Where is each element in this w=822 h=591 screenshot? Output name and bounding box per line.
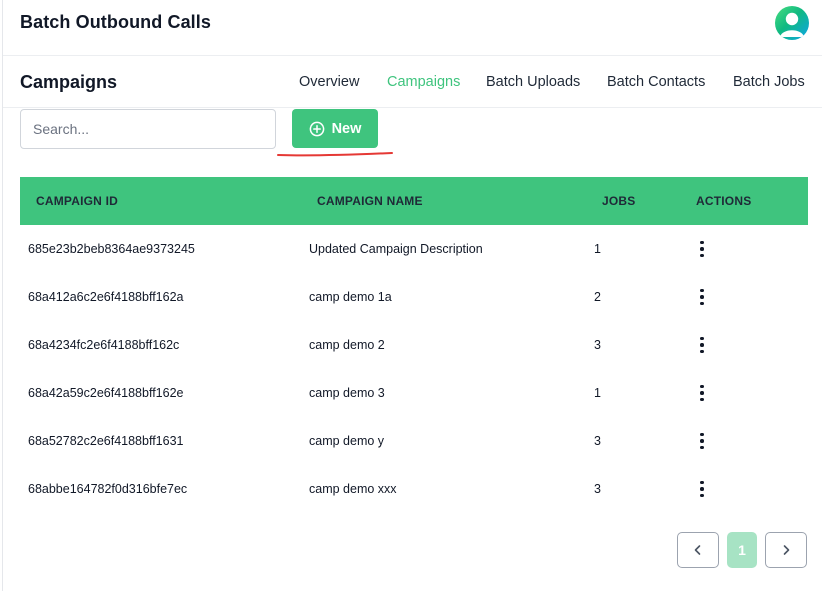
app-frame: Batch Outbound Calls Campaigns Overview …: [2, 0, 822, 591]
page-header: Campaigns Overview Campaigns Batch Uploa…: [3, 56, 822, 108]
cell-jobs: 3: [594, 434, 601, 448]
table-row: 68a4234fc2e6f4188bff162c camp demo 2 3: [20, 321, 808, 369]
page-number-button[interactable]: 1: [727, 532, 757, 568]
top-bar: Batch Outbound Calls: [3, 0, 822, 56]
search-input[interactable]: [20, 109, 276, 149]
table-body: 685e23b2beb8364ae9373245 Updated Campaig…: [20, 225, 808, 513]
cell-campaign-id: 68abbe164782f0d316bfe7ec: [28, 482, 188, 496]
prev-page-button[interactable]: [677, 532, 719, 568]
cell-campaign-id: 68a4234fc2e6f4188bff162c: [28, 338, 180, 352]
tab-overview[interactable]: Overview: [299, 74, 359, 90]
cell-campaign-id: 68a42a59c2e6f4188bff162e: [28, 386, 184, 400]
red-underline-annotation: [277, 152, 393, 157]
app-title: Batch Outbound Calls: [20, 12, 211, 32]
cell-campaign-id: 685e23b2beb8364ae9373245: [28, 242, 195, 256]
cell-campaign-name: Updated Campaign Description: [309, 242, 483, 256]
cell-campaign-name: camp demo xxx: [309, 482, 397, 496]
header-campaign-id: CAMPAIGN ID: [36, 194, 118, 208]
header-campaign-name: CAMPAIGN NAME: [317, 194, 423, 208]
table-row: 685e23b2beb8364ae9373245 Updated Campaig…: [20, 225, 808, 273]
tab-campaigns[interactable]: Campaigns: [387, 74, 460, 90]
cell-jobs: 2: [594, 290, 601, 304]
row-actions-menu-icon[interactable]: [695, 383, 709, 403]
cell-campaign-name: camp demo 3: [309, 386, 385, 400]
tab-batch-uploads[interactable]: Batch Uploads: [486, 74, 580, 90]
chevron-right-icon: [783, 545, 790, 555]
row-actions-menu-icon[interactable]: [695, 431, 709, 451]
cell-jobs: 3: [594, 482, 601, 496]
row-actions-menu-icon[interactable]: [695, 239, 709, 259]
cell-campaign-id: 68a412a6c2e6f4188bff162a: [28, 290, 184, 304]
table-row: 68a52782c2e6f4188bff1631 camp demo y 3: [20, 417, 808, 465]
row-actions-menu-icon[interactable]: [695, 287, 709, 307]
row-actions-menu-icon[interactable]: [695, 335, 709, 355]
table-row: 68a42a59c2e6f4188bff162e camp demo 3 1: [20, 369, 808, 417]
cell-campaign-name: camp demo y: [309, 434, 385, 448]
nav-tabs: Overview Campaigns Batch Uploads Batch C…: [3, 74, 822, 94]
cell-campaign-id: 68a52782c2e6f4188bff1631: [28, 434, 184, 448]
next-page-button[interactable]: [765, 532, 807, 568]
row-actions-menu-icon[interactable]: [695, 479, 709, 499]
plus-circle-icon: [309, 121, 325, 137]
pagination: 1: [3, 532, 822, 568]
tab-batch-jobs[interactable]: Batch Jobs: [733, 74, 805, 90]
new-campaign-button[interactable]: New: [292, 109, 378, 148]
new-button-label: New: [331, 120, 362, 137]
table-row: 68a412a6c2e6f4188bff162a camp demo 1a 2: [20, 273, 808, 321]
campaigns-table: CAMPAIGN ID CAMPAIGN NAME JOBS ACTIONS 6…: [20, 177, 808, 513]
user-avatar-icon[interactable]: [775, 6, 809, 40]
cell-jobs: 3: [594, 338, 601, 352]
header-jobs: JOBS: [602, 194, 636, 208]
tab-batch-contacts[interactable]: Batch Contacts: [607, 74, 705, 90]
cell-jobs: 1: [594, 242, 601, 256]
table-row: 68abbe164782f0d316bfe7ec camp demo xxx 3: [20, 465, 808, 513]
cell-campaign-name: camp demo 1a: [309, 290, 392, 304]
header-actions: ACTIONS: [696, 194, 752, 208]
cell-campaign-name: camp demo 2: [309, 338, 385, 352]
table-header: CAMPAIGN ID CAMPAIGN NAME JOBS ACTIONS: [20, 177, 808, 225]
chevron-left-icon: [694, 545, 701, 555]
cell-jobs: 1: [594, 386, 601, 400]
